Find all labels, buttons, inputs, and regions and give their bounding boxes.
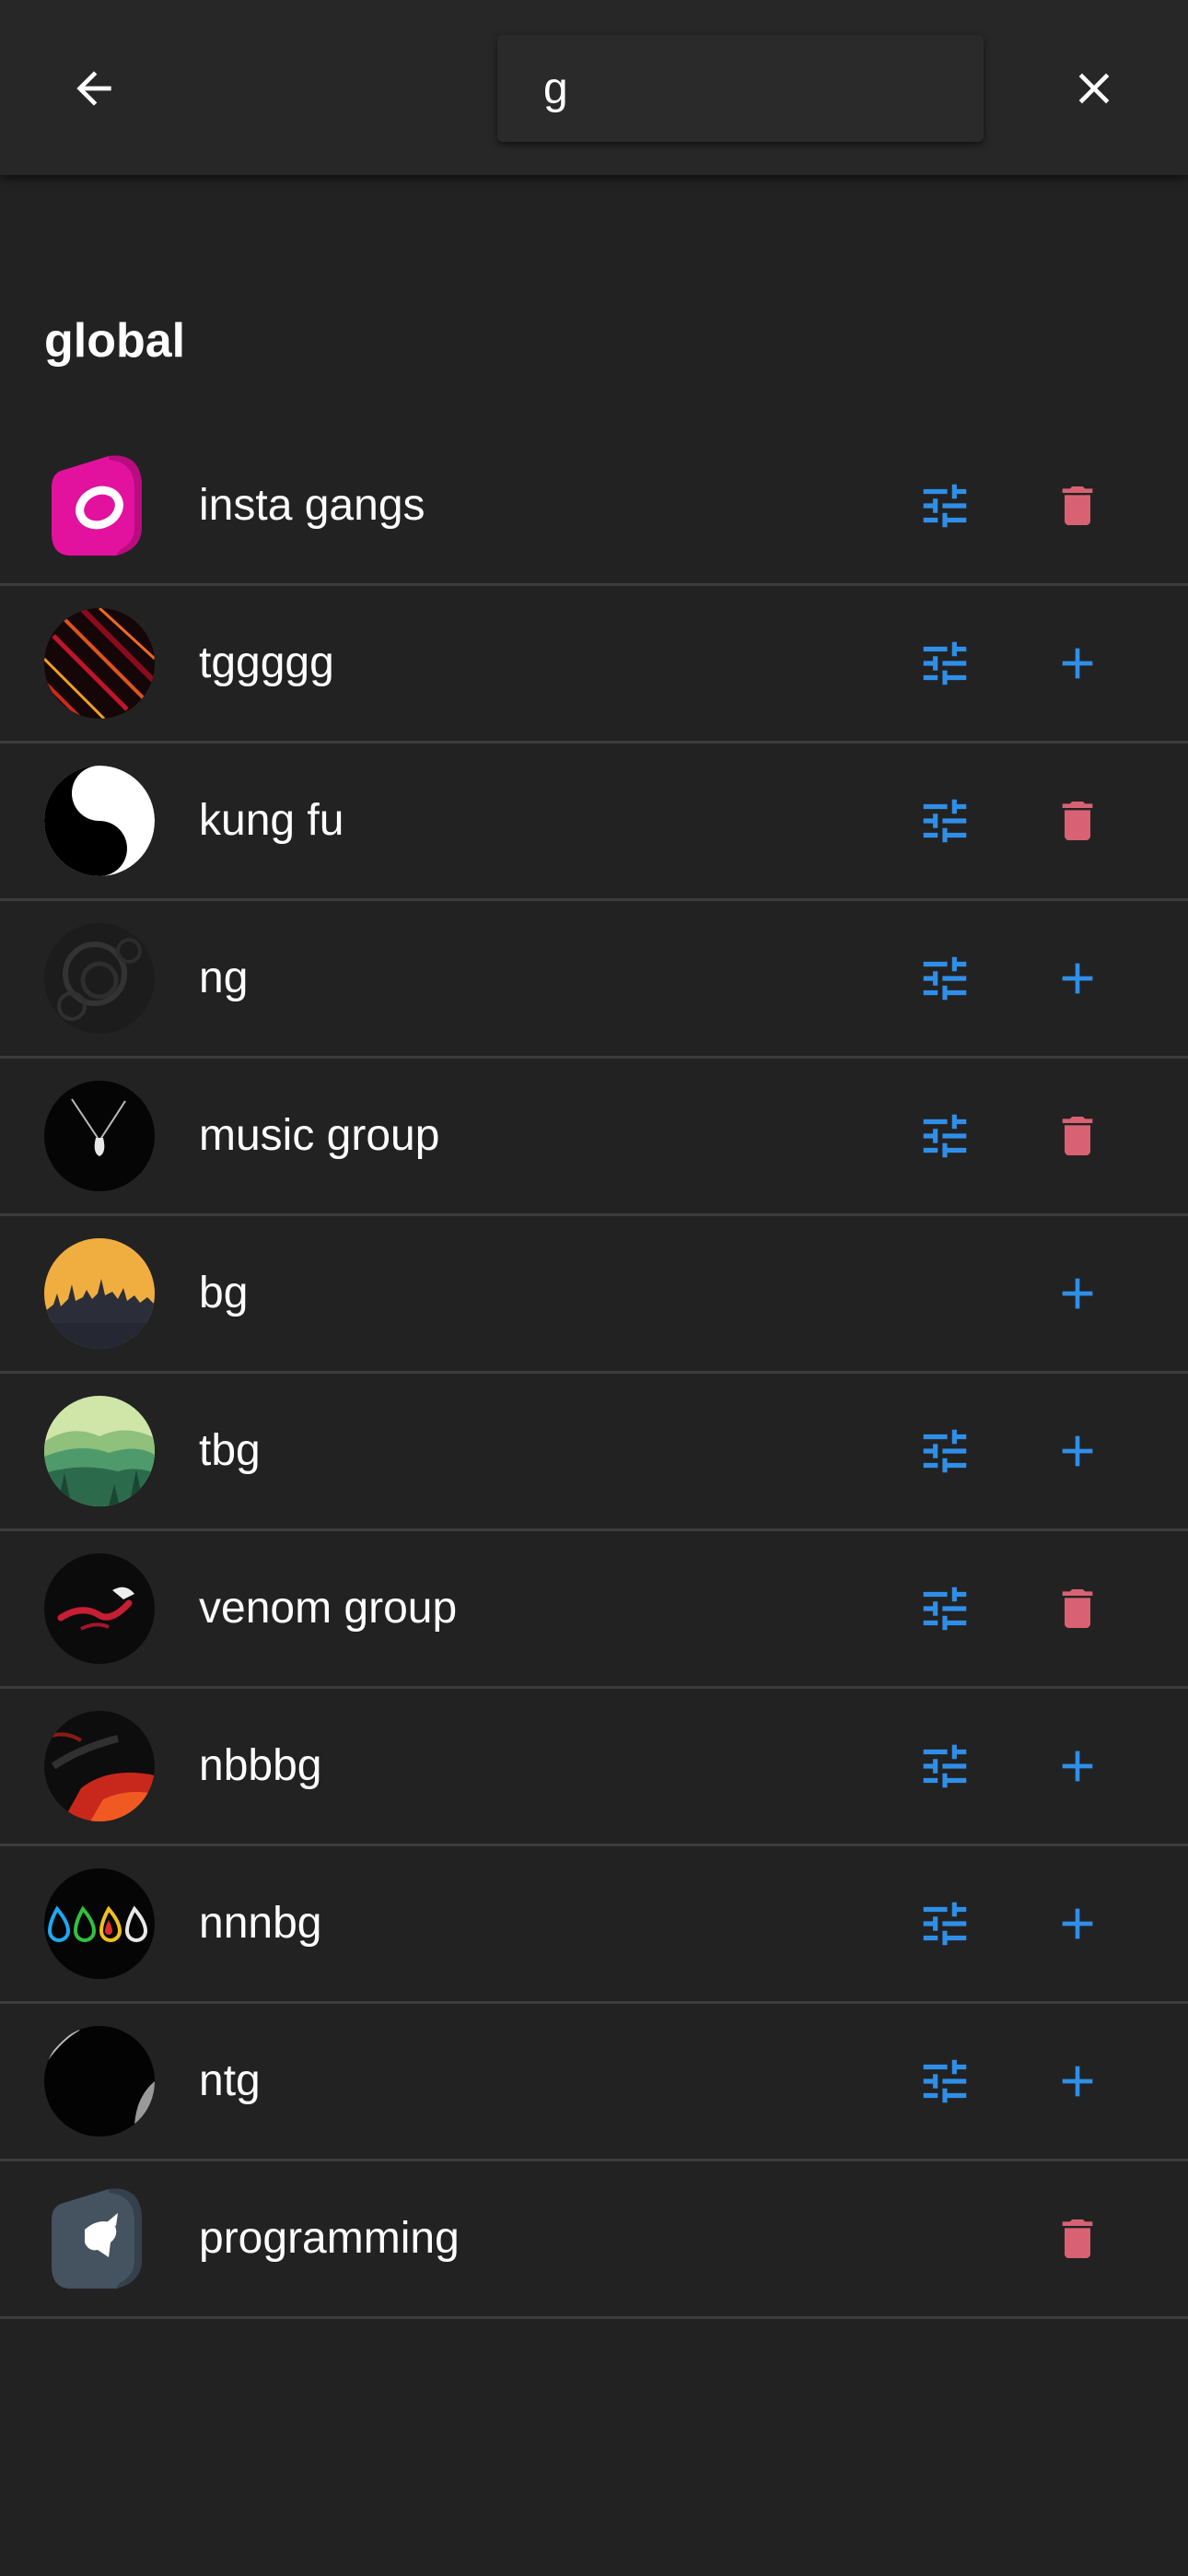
group-row[interactable]: music group bbox=[0, 1059, 1188, 1216]
tune-icon bbox=[923, 1744, 967, 1788]
group-row[interactable]: venom group bbox=[0, 1531, 1188, 1689]
group-row[interactable]: tbg bbox=[0, 1374, 1188, 1531]
group-settings-button[interactable] bbox=[899, 1878, 991, 1970]
plus-icon bbox=[1062, 1751, 1093, 1782]
group-name: kung fu bbox=[199, 796, 344, 845]
tune-icon bbox=[923, 1114, 967, 1158]
tune-icon bbox=[923, 2059, 967, 2103]
plus-icon bbox=[1062, 1435, 1093, 1467]
app-bar bbox=[0, 0, 1188, 175]
arrow-left-icon bbox=[76, 71, 111, 106]
group-row[interactable]: programming bbox=[0, 2161, 1188, 2319]
group-settings-button[interactable] bbox=[899, 1405, 991, 1497]
group-avatar bbox=[44, 1081, 155, 1191]
group-avatar bbox=[44, 1553, 155, 1664]
group-avatar bbox=[44, 1711, 155, 1821]
tune-icon bbox=[923, 956, 967, 1001]
tune-icon bbox=[923, 1587, 967, 1631]
add-group-button[interactable] bbox=[1031, 932, 1124, 1025]
group-name: ng bbox=[199, 954, 249, 1002]
group-row[interactable]: ntg bbox=[0, 2004, 1188, 2161]
add-group-button[interactable] bbox=[1031, 1878, 1124, 1970]
close-button[interactable] bbox=[1048, 42, 1140, 135]
group-row[interactable]: nbbbg bbox=[0, 1689, 1188, 1846]
group-settings-button[interactable] bbox=[899, 617, 991, 709]
plus-icon bbox=[1062, 648, 1093, 679]
group-row[interactable]: insta gangs bbox=[0, 428, 1188, 586]
plus-icon bbox=[1062, 1908, 1093, 1939]
group-name: tbg bbox=[199, 1426, 261, 1475]
group-settings-button[interactable] bbox=[899, 775, 991, 867]
group-row[interactable]: nnnbg bbox=[0, 1846, 1188, 2004]
group-row[interactable]: tggggg bbox=[0, 586, 1188, 744]
group-name: programming bbox=[199, 2214, 460, 2263]
add-group-button[interactable] bbox=[1031, 617, 1124, 709]
trash-icon bbox=[1062, 2219, 1093, 2258]
group-avatar bbox=[44, 923, 155, 1034]
add-group-button[interactable] bbox=[1031, 1720, 1124, 1812]
add-group-button[interactable] bbox=[1031, 1405, 1124, 1497]
back-button[interactable] bbox=[48, 42, 140, 135]
add-group-button[interactable] bbox=[1031, 1247, 1124, 1340]
group-avatar bbox=[44, 608, 155, 719]
group-row[interactable]: bg bbox=[0, 1216, 1188, 1374]
group-name: nnnbg bbox=[199, 1899, 322, 1948]
group-avatar bbox=[44, 2184, 155, 2294]
group-name: insta gangs bbox=[199, 481, 425, 530]
section-title: global bbox=[44, 314, 186, 368]
group-name: tggggg bbox=[199, 638, 334, 687]
group-settings-button[interactable] bbox=[899, 1563, 991, 1655]
group-row[interactable]: kung fu bbox=[0, 744, 1188, 901]
group-avatar bbox=[44, 2026, 155, 2137]
group-name: venom group bbox=[199, 1584, 458, 1633]
plus-icon bbox=[1062, 963, 1093, 994]
trash-icon bbox=[1062, 802, 1093, 840]
tune-icon bbox=[923, 799, 967, 843]
add-group-button[interactable] bbox=[1031, 2035, 1124, 2127]
close-icon bbox=[1078, 73, 1110, 104]
delete-group-button[interactable] bbox=[1031, 2193, 1124, 2285]
delete-group-button[interactable] bbox=[1031, 775, 1124, 867]
trash-icon bbox=[1062, 1117, 1093, 1155]
group-name: nbbbg bbox=[199, 1741, 322, 1790]
group-settings-button[interactable] bbox=[899, 2035, 991, 2127]
group-settings-button[interactable] bbox=[899, 932, 991, 1025]
plus-icon bbox=[1062, 1278, 1093, 1309]
search-box bbox=[497, 35, 984, 142]
group-avatar bbox=[44, 766, 155, 876]
group-settings-button[interactable] bbox=[899, 460, 991, 552]
search-input[interactable] bbox=[497, 62, 984, 115]
group-row[interactable]: ng bbox=[0, 901, 1188, 1059]
group-settings-button[interactable] bbox=[899, 1090, 991, 1182]
group-name: bg bbox=[199, 1269, 249, 1317]
group-name: music group bbox=[199, 1111, 440, 1160]
delete-group-button[interactable] bbox=[1031, 460, 1124, 552]
trash-icon bbox=[1062, 1589, 1093, 1628]
group-avatar bbox=[44, 1238, 155, 1349]
tune-icon bbox=[923, 641, 967, 685]
trash-icon bbox=[1062, 486, 1093, 525]
tune-icon bbox=[923, 1429, 967, 1473]
group-avatar bbox=[44, 1396, 155, 1506]
group-list: insta gangs tggggg kung fu ng music grou… bbox=[0, 428, 1188, 2319]
delete-group-button[interactable] bbox=[1031, 1090, 1124, 1182]
tune-icon bbox=[923, 1902, 967, 1946]
group-avatar bbox=[44, 1868, 155, 1979]
group-avatar bbox=[44, 451, 155, 561]
plus-icon bbox=[1062, 2066, 1093, 2097]
group-name: ntg bbox=[199, 2056, 261, 2105]
group-settings-button[interactable] bbox=[899, 1720, 991, 1812]
delete-group-button[interactable] bbox=[1031, 1563, 1124, 1655]
tune-icon bbox=[923, 484, 967, 528]
